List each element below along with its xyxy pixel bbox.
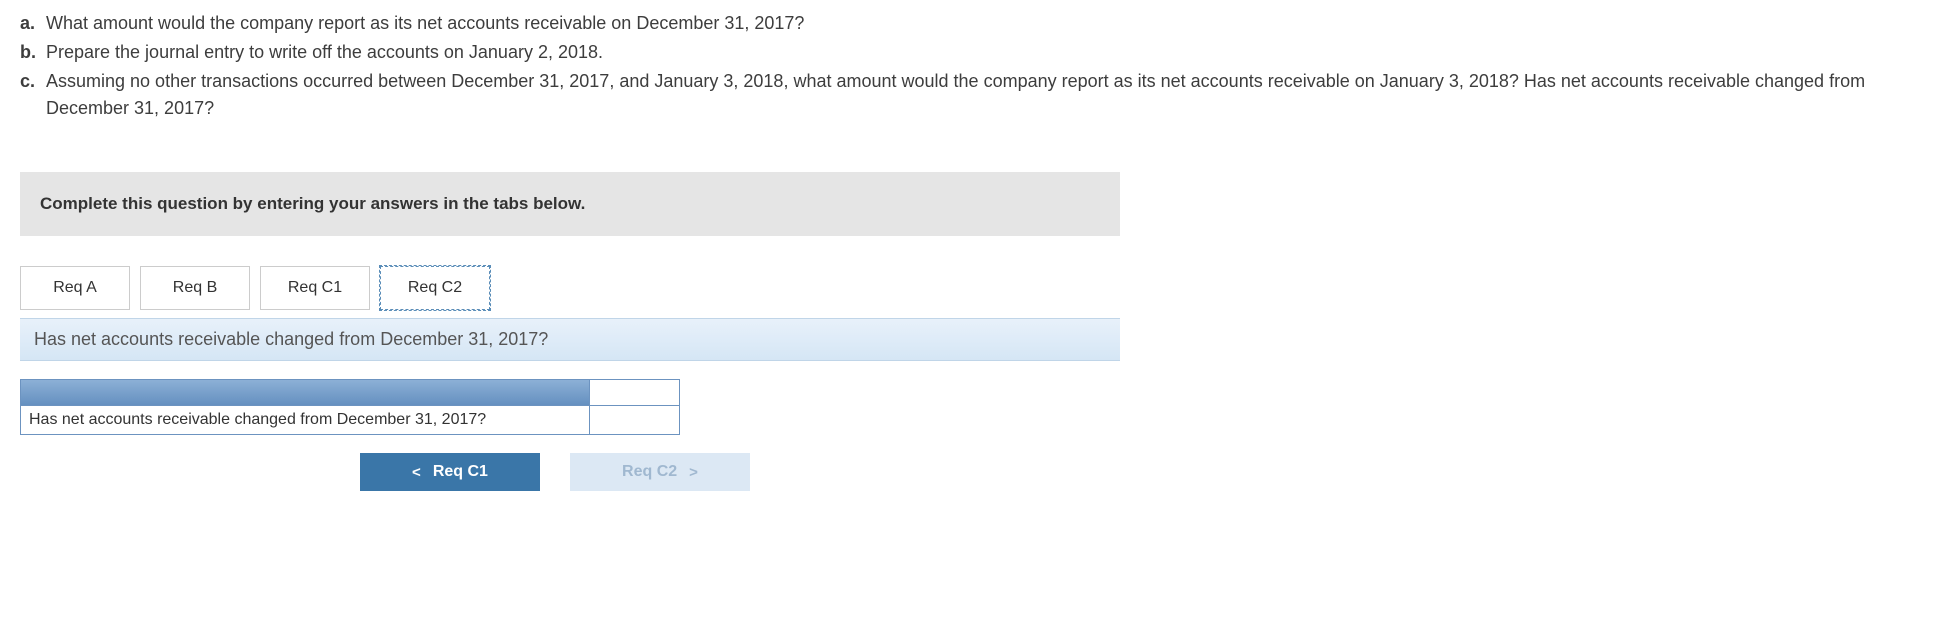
answer-table-header (21, 380, 589, 406)
question-list: a. What amount would the company report … (20, 10, 1924, 122)
question-label-a: a. (20, 10, 40, 37)
question-text-a: What amount would the company report as … (46, 10, 1924, 37)
answer-table-empty-cell (590, 406, 679, 434)
nav-buttons: < Req C1 Req C2 > (360, 453, 1924, 491)
question-prompt: Has net accounts receivable changed from… (20, 318, 1120, 361)
question-item-a: a. What amount would the company report … (20, 10, 1924, 37)
prev-button[interactable]: < Req C1 (360, 453, 540, 491)
answer-table: Has net accounts receivable changed from… (20, 379, 680, 435)
question-label-c: c. (20, 68, 40, 122)
tab-req-c1[interactable]: Req C1 (260, 266, 370, 310)
chevron-left-icon: < (412, 464, 421, 481)
question-item-c: c. Assuming no other transactions occurr… (20, 68, 1924, 122)
tabs-row: Req A Req B Req C1 Req C2 (20, 266, 1120, 310)
chevron-right-icon: > (689, 464, 698, 481)
answer-table-left: Has net accounts receivable changed from… (20, 379, 590, 435)
question-label-b: b. (20, 39, 40, 66)
next-button-label: Req C2 (622, 463, 677, 481)
question-item-b: b. Prepare the journal entry to write of… (20, 39, 1924, 66)
question-text-b: Prepare the journal entry to write off t… (46, 39, 1924, 66)
tab-req-a[interactable]: Req A (20, 266, 130, 310)
answer-input-cell[interactable] (590, 380, 679, 406)
tab-req-c2[interactable]: Req C2 (380, 266, 490, 310)
prev-button-label: Req C1 (433, 463, 488, 481)
answer-table-right (590, 379, 680, 435)
instruction-bar: Complete this question by entering your … (20, 172, 1120, 236)
question-text-c: Assuming no other transactions occurred … (46, 68, 1924, 122)
next-button[interactable]: Req C2 > (570, 453, 750, 491)
answer-table-question-cell: Has net accounts receivable changed from… (21, 406, 589, 434)
tab-req-b[interactable]: Req B (140, 266, 250, 310)
